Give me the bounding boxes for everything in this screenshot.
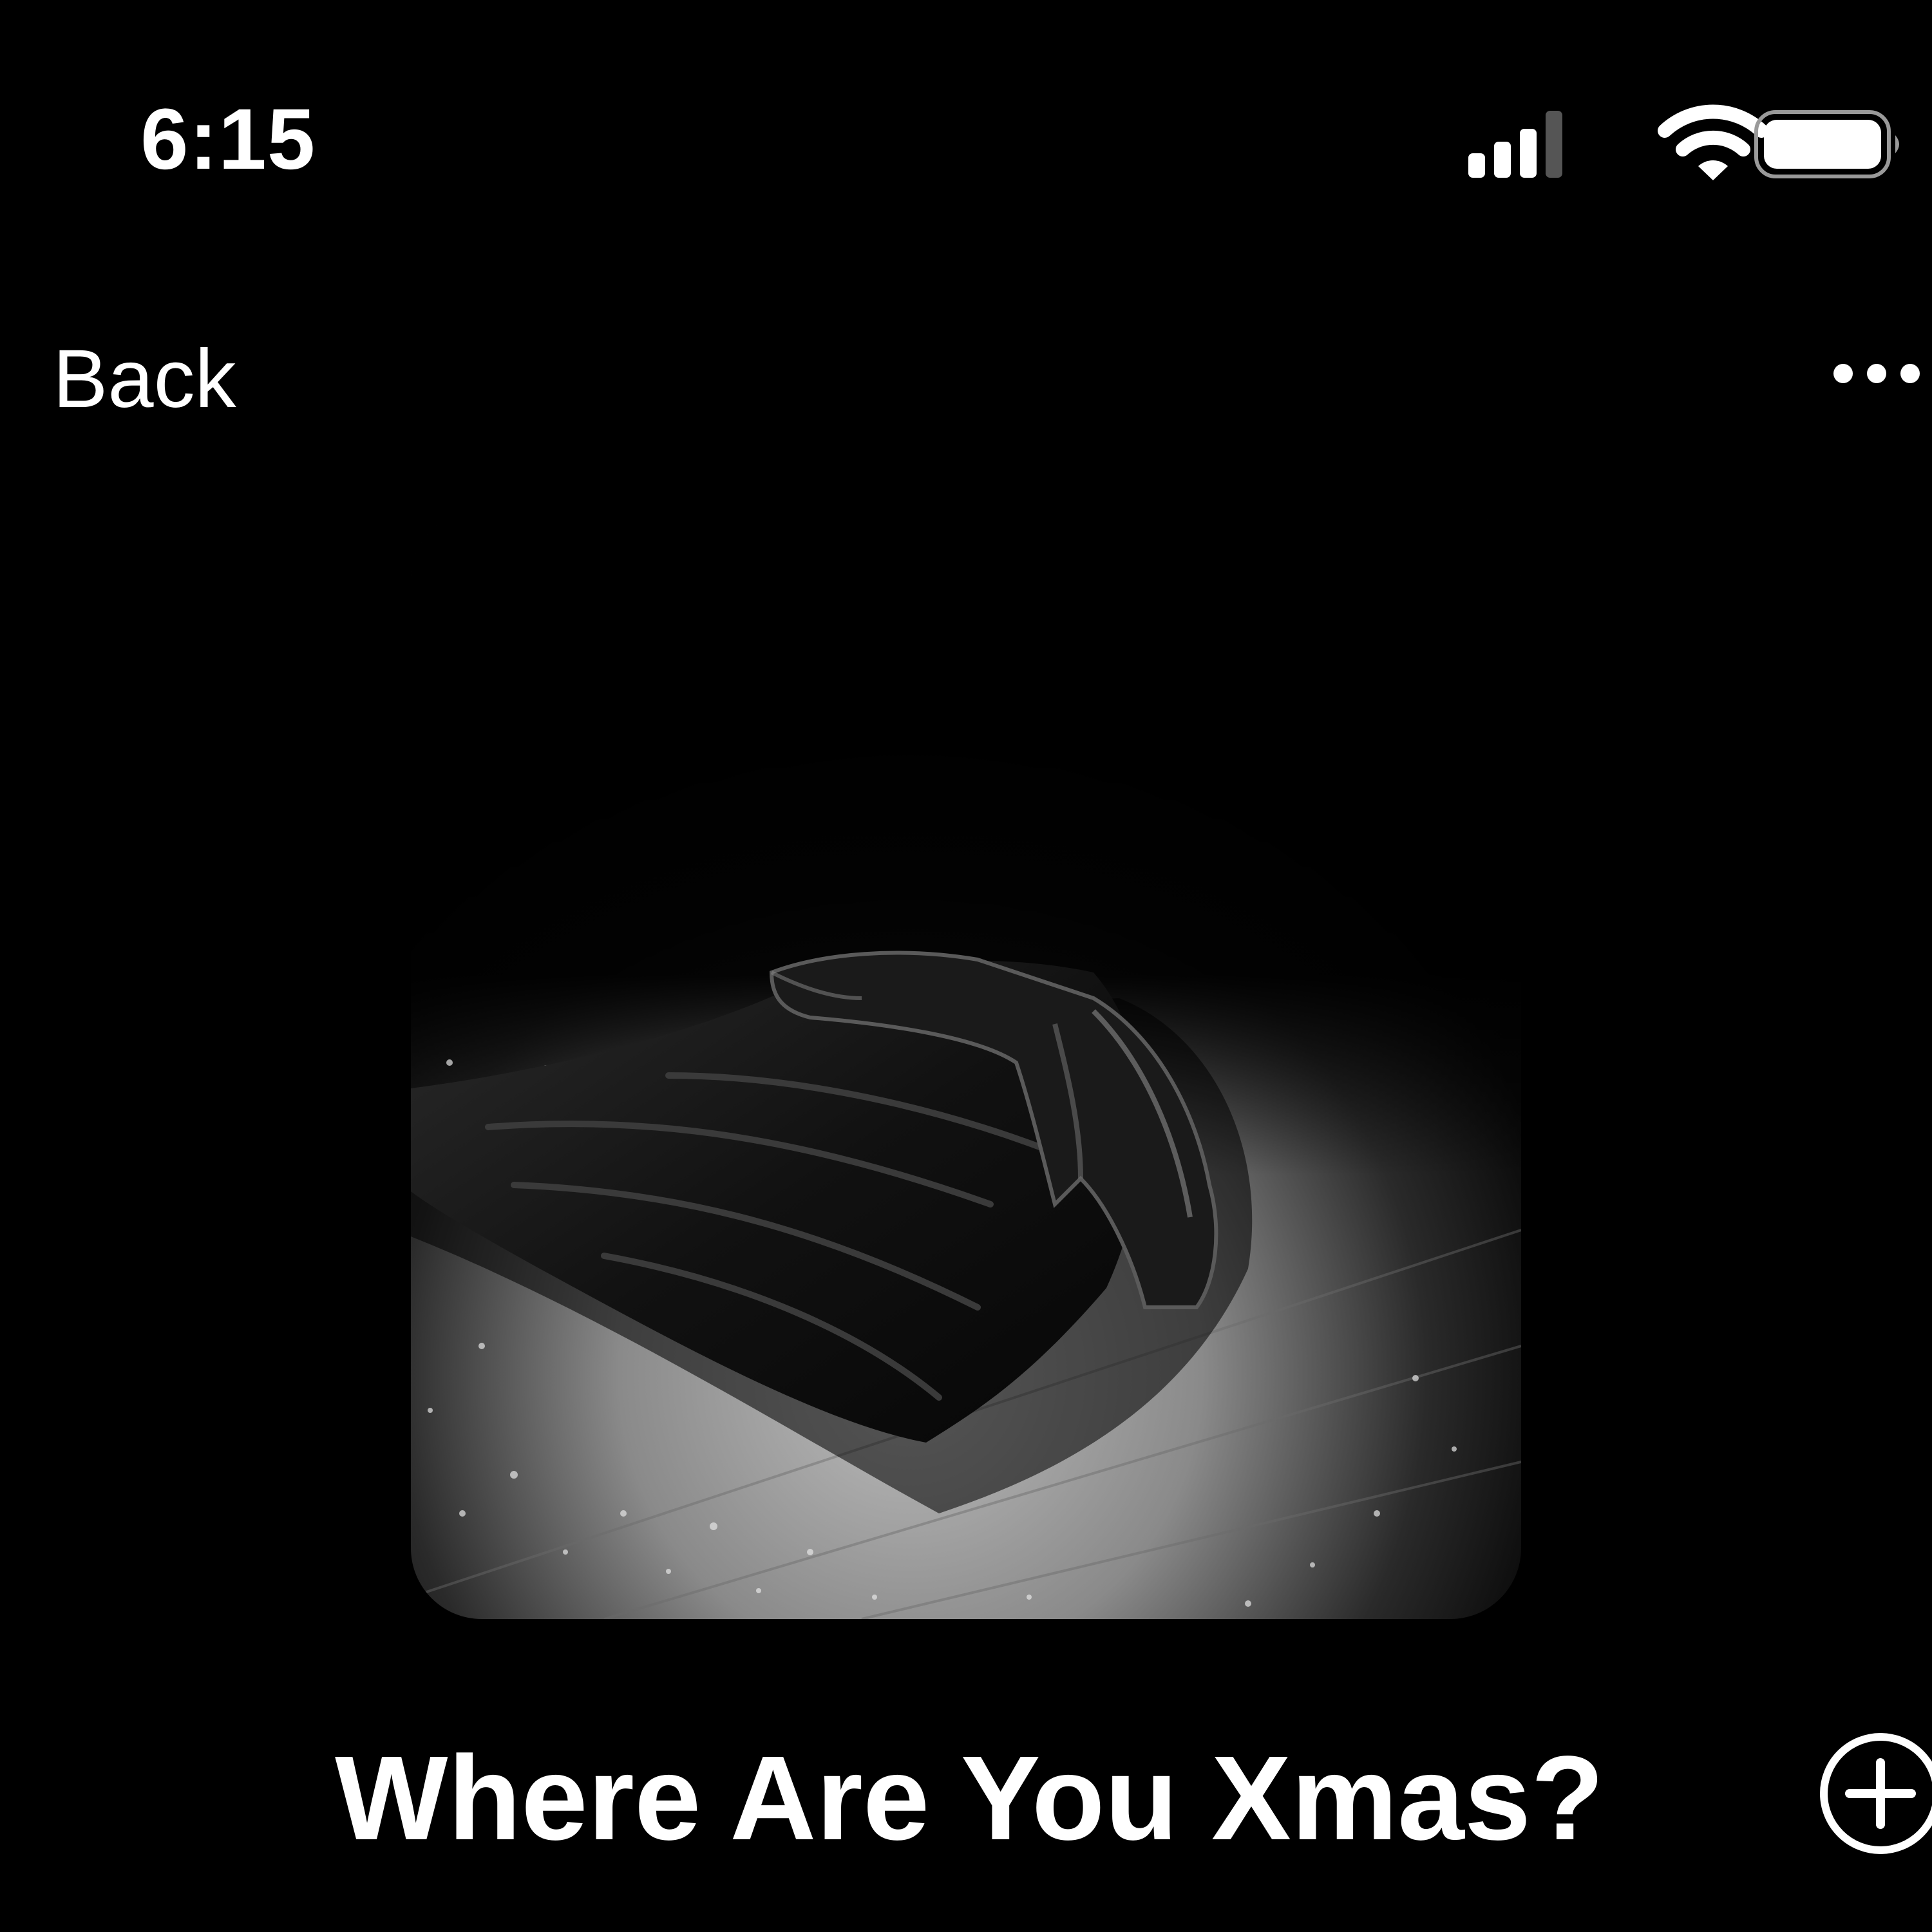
ellipsis-icon[interactable] bbox=[1829, 348, 1932, 399]
battery-icon bbox=[1754, 110, 1899, 178]
back-button[interactable]: Back bbox=[53, 338, 236, 421]
status-bar: 6:15 bbox=[0, 0, 1932, 193]
artwork-image bbox=[411, 509, 1521, 1619]
status-time: 6:15 bbox=[140, 91, 316, 187]
status-icons bbox=[1468, 104, 1899, 180]
nav-bar: Back bbox=[0, 309, 1932, 438]
cellular-signal-icon bbox=[1468, 111, 1562, 178]
wifi-icon bbox=[1658, 104, 1768, 180]
album-artwork bbox=[411, 509, 1521, 1619]
plus-circle-icon[interactable] bbox=[1816, 1729, 1932, 1858]
track-title: Where Are You Xmas? bbox=[335, 1732, 1604, 1865]
